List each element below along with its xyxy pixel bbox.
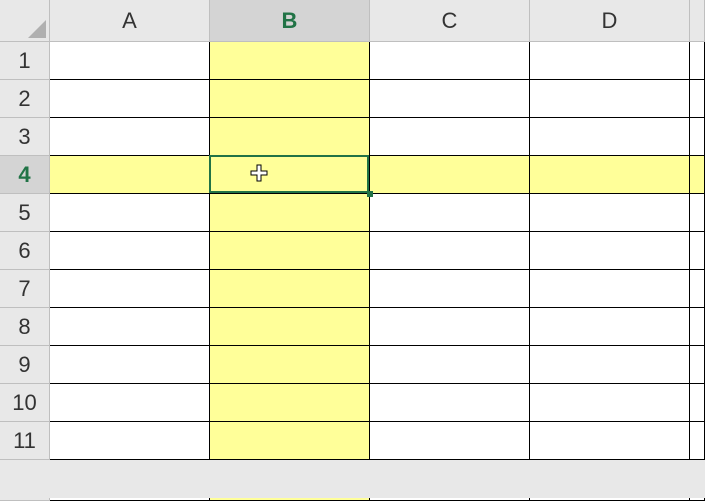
row-header-5[interactable]: 5 bbox=[0, 194, 50, 232]
cell-partial2[interactable] bbox=[690, 80, 705, 118]
cell-B11[interactable] bbox=[210, 422, 370, 460]
cell-C6[interactable] bbox=[370, 232, 530, 270]
cell-C2[interactable] bbox=[370, 80, 530, 118]
cell-C1[interactable] bbox=[370, 42, 530, 80]
cell-D10[interactable] bbox=[530, 384, 690, 422]
spreadsheet-grid: A B C D 1 2 3 4 5 6 7 8 9 10 11 bbox=[0, 0, 705, 501]
cell-partial10[interactable] bbox=[690, 384, 705, 422]
row-header-label: 1 bbox=[18, 48, 30, 74]
select-all-triangle-icon bbox=[28, 20, 46, 38]
column-header-B[interactable]: B bbox=[210, 0, 370, 42]
column-header-label: C bbox=[442, 8, 458, 34]
column-header-A[interactable]: A bbox=[50, 0, 210, 42]
cell-B5[interactable] bbox=[210, 194, 370, 232]
cell-B1[interactable] bbox=[210, 42, 370, 80]
column-header-label: A bbox=[122, 8, 137, 34]
row-header-1[interactable]: 1 bbox=[0, 42, 50, 80]
row-header-label: 6 bbox=[18, 238, 30, 264]
row-header-6[interactable]: 6 bbox=[0, 232, 50, 270]
cell-B4[interactable] bbox=[210, 156, 370, 194]
row-header-10[interactable]: 10 bbox=[0, 384, 50, 422]
cell-C7[interactable] bbox=[370, 270, 530, 308]
cell-partial6[interactable] bbox=[690, 232, 705, 270]
cell-A9[interactable] bbox=[50, 346, 210, 384]
cell-partial9[interactable] bbox=[690, 346, 705, 384]
row-header-label: 5 bbox=[18, 200, 30, 226]
cell-B7[interactable] bbox=[210, 270, 370, 308]
row-header-label: 9 bbox=[18, 352, 30, 378]
cell-D2[interactable] bbox=[530, 80, 690, 118]
column-header-partial[interactable] bbox=[690, 0, 705, 42]
cell-B10[interactable] bbox=[210, 384, 370, 422]
cell-A7[interactable] bbox=[50, 270, 210, 308]
cell-B9[interactable] bbox=[210, 346, 370, 384]
fill-handle[interactable] bbox=[367, 191, 373, 197]
cell-partial11[interactable] bbox=[690, 422, 705, 460]
cell-A3[interactable] bbox=[50, 118, 210, 156]
row-header-label: 7 bbox=[18, 276, 30, 302]
column-header-label: B bbox=[282, 8, 298, 34]
cell-C10[interactable] bbox=[370, 384, 530, 422]
row-header-4[interactable]: 4 bbox=[0, 156, 50, 194]
cell-D9[interactable] bbox=[530, 346, 690, 384]
cell-D3[interactable] bbox=[530, 118, 690, 156]
cell-partial8[interactable] bbox=[690, 308, 705, 346]
column-header-D[interactable]: D bbox=[530, 0, 690, 42]
cell-A2[interactable] bbox=[50, 80, 210, 118]
cell-partial7[interactable] bbox=[690, 270, 705, 308]
row-header-label: 11 bbox=[13, 428, 36, 454]
cell-A6[interactable] bbox=[50, 232, 210, 270]
column-header-C[interactable]: C bbox=[370, 0, 530, 42]
cell-D11[interactable] bbox=[530, 422, 690, 460]
cell-C4[interactable] bbox=[370, 156, 530, 194]
row-header-2[interactable]: 2 bbox=[0, 80, 50, 118]
row-header-label: 2 bbox=[18, 86, 30, 112]
column-header-label: D bbox=[602, 8, 618, 34]
cell-D4[interactable] bbox=[530, 156, 690, 194]
cell-A4[interactable] bbox=[50, 156, 210, 194]
cell-A1[interactable] bbox=[50, 42, 210, 80]
cell-C8[interactable] bbox=[370, 308, 530, 346]
cell-B2[interactable] bbox=[210, 80, 370, 118]
cell-C11[interactable] bbox=[370, 422, 530, 460]
cell-D5[interactable] bbox=[530, 194, 690, 232]
cell-C3[interactable] bbox=[370, 118, 530, 156]
row-header-label: 10 bbox=[12, 390, 36, 416]
cell-B3[interactable] bbox=[210, 118, 370, 156]
row-header-9[interactable]: 9 bbox=[0, 346, 50, 384]
cell-D8[interactable] bbox=[530, 308, 690, 346]
row-header-11[interactable]: 11 bbox=[0, 422, 50, 460]
cell-A5[interactable] bbox=[50, 194, 210, 232]
cell-partial4[interactable] bbox=[690, 156, 705, 194]
row-header-label: 4 bbox=[18, 162, 30, 188]
cell-partial1[interactable] bbox=[690, 42, 705, 80]
cell-A11[interactable] bbox=[50, 422, 210, 460]
cell-B8[interactable] bbox=[210, 308, 370, 346]
cell-A8[interactable] bbox=[50, 308, 210, 346]
cell-D6[interactable] bbox=[530, 232, 690, 270]
cell-partial5[interactable] bbox=[690, 194, 705, 232]
row-header-label: 8 bbox=[18, 314, 30, 340]
cell-D1[interactable] bbox=[530, 42, 690, 80]
cell-A10[interactable] bbox=[50, 384, 210, 422]
cell-B6[interactable] bbox=[210, 232, 370, 270]
cell-partial3[interactable] bbox=[690, 118, 705, 156]
row-header-label: 3 bbox=[18, 124, 30, 150]
row-header-7[interactable]: 7 bbox=[0, 270, 50, 308]
cell-C9[interactable] bbox=[370, 346, 530, 384]
row-header-8[interactable]: 8 bbox=[0, 308, 50, 346]
row-header-3[interactable]: 3 bbox=[0, 118, 50, 156]
cell-C5[interactable] bbox=[370, 194, 530, 232]
select-all-corner[interactable] bbox=[0, 0, 50, 42]
cell-D7[interactable] bbox=[530, 270, 690, 308]
